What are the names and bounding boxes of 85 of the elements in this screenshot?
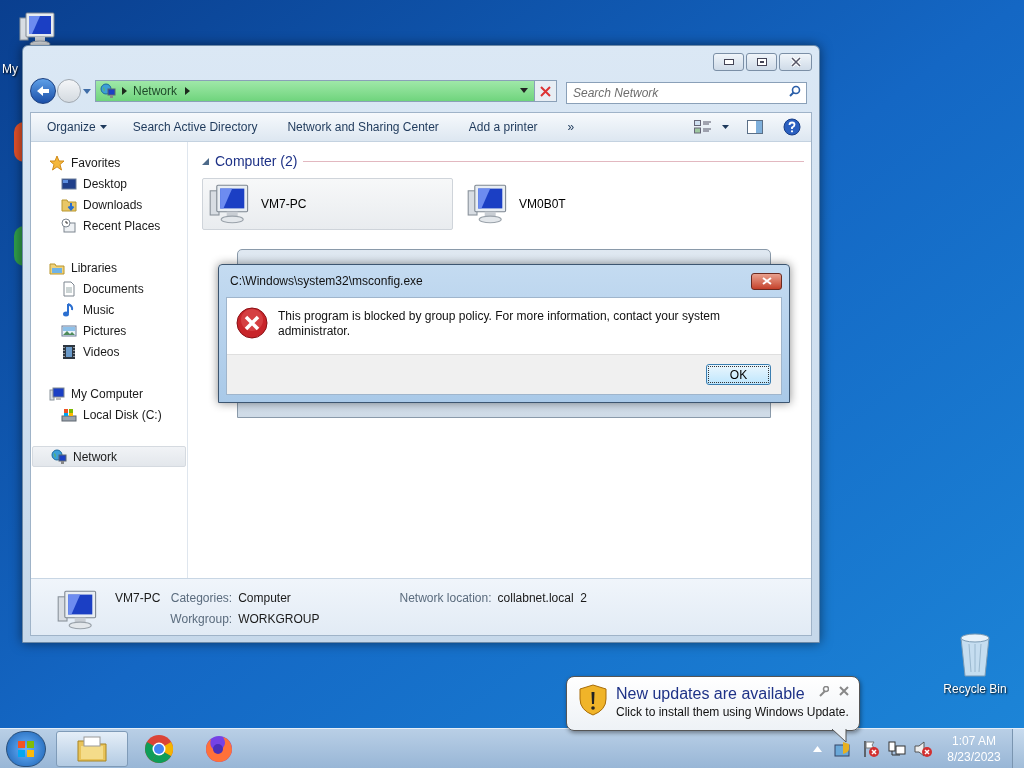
hard-drive-icon <box>61 406 77 423</box>
nav-item[interactable]: Documents <box>31 278 187 299</box>
collapse-icon[interactable] <box>202 158 209 165</box>
star-icon <box>49 154 65 171</box>
dropdown-icon[interactable] <box>82 87 92 95</box>
computer-icon <box>49 385 65 402</box>
toolbar-button[interactable]: Add a printer <box>462 116 544 138</box>
group-header: Computer (2) <box>215 152 298 171</box>
warning-shield-icon <box>579 684 607 716</box>
taskbar-app-button[interactable] <box>56 730 128 767</box>
desktop-icon <box>61 175 77 192</box>
notification-title: New updates are available <box>616 684 805 704</box>
clock-time: 1:07 AM <box>952 732 996 749</box>
show-desktop-button[interactable] <box>1012 728 1024 768</box>
restore-icon <box>756 58 767 66</box>
toolbar-button[interactable]: » <box>561 116 581 138</box>
back-button[interactable] <box>30 78 56 104</box>
minimize-icon <box>723 59 734 65</box>
dropdown-icon[interactable] <box>520 88 528 94</box>
view-options-icon[interactable] <box>694 120 712 134</box>
update-shield-icon[interactable] <box>834 740 850 757</box>
nav-item[interactable]: Downloads <box>31 194 187 215</box>
desktop-icon-label: My <box>1 61 18 78</box>
toolbar-button[interactable]: Search Active Directory <box>126 116 264 138</box>
nav-item[interactable]: Network <box>32 446 186 467</box>
nav-item[interactable]: Desktop <box>31 173 187 194</box>
network-icon <box>51 448 67 465</box>
desktop-icon-label: Recycle Bin <box>943 681 1007 698</box>
computer-tile[interactable]: VM7-PC <box>202 178 453 230</box>
clock-date: 8/23/2023 <box>947 748 1001 765</box>
chevron-icon <box>122 87 127 95</box>
search-icon[interactable] <box>789 85 801 97</box>
recent-places-icon <box>61 217 77 234</box>
dialog-title: C:\Windows\system32\msconfig.exe <box>230 273 423 290</box>
nav-item[interactable]: Favorites <box>31 152 187 173</box>
notification-balloon[interactable]: New updates are available Click to install them using Windows Update. <box>566 676 860 731</box>
network-icon <box>100 83 116 99</box>
document-icon <box>61 280 77 297</box>
error-icon <box>236 307 268 339</box>
field-value: collabnet.local 2 <box>497 590 587 607</box>
close-button[interactable] <box>779 53 812 71</box>
nav-item[interactable]: Videos <box>31 341 187 362</box>
close-button[interactable] <box>751 272 782 290</box>
field-label: Network location: <box>399 590 492 607</box>
caret-icon <box>99 125 107 129</box>
search-field[interactable]: Search Network <box>566 82 807 104</box>
field-value: Computer <box>238 590 292 607</box>
nav-item[interactable]: Libraries <box>31 257 187 278</box>
breadcrumb[interactable]: Network <box>133 82 177 100</box>
chevron-icon <box>185 87 190 95</box>
close-icon <box>789 57 802 67</box>
close-icon[interactable] <box>839 686 849 696</box>
nav-item[interactable]: Music <box>31 299 187 320</box>
nav-item[interactable]: Recent Places <box>31 215 187 236</box>
computer-tile[interactable]: VM0B0T <box>460 178 711 230</box>
picture-icon <box>61 322 77 339</box>
ok-button[interactable]: OK <box>706 364 771 385</box>
computer-name: VM7-PC <box>115 590 161 607</box>
windows-logo-icon <box>17 739 35 758</box>
nav-item[interactable]: Pictures <box>31 320 187 341</box>
action-center-flag-icon[interactable] <box>862 739 880 758</box>
start-button[interactable] <box>6 730 46 767</box>
nav-item[interactable]: Local Disk (C:) <box>31 404 187 425</box>
field-label: Workgroup: <box>170 611 233 628</box>
field-value: WORKGROUP <box>238 611 320 628</box>
error-message: This program is blocked by group policy. For more information, contact your system administrator. <box>278 308 721 339</box>
network-status-icon[interactable] <box>888 739 906 758</box>
address-bar[interactable]: Network <box>95 80 557 102</box>
nav-item[interactable]: My Computer <box>31 383 187 404</box>
chrome-icon <box>143 732 175 765</box>
organize-menu[interactable]: Organize <box>41 116 113 138</box>
film-icon <box>61 343 77 360</box>
help-icon[interactable] <box>783 118 801 136</box>
close-icon <box>761 277 772 285</box>
back-arrow-icon <box>36 85 50 97</box>
minimize-button[interactable] <box>713 53 744 71</box>
folder-icon <box>61 196 77 213</box>
maximize-button[interactable] <box>746 53 777 71</box>
volume-muted-icon[interactable] <box>914 739 932 758</box>
notification-text: Click to install them using Windows Update. <box>616 704 849 720</box>
caret-icon[interactable] <box>722 125 729 129</box>
toolbar-button[interactable]: Network and Sharing Center <box>281 116 445 138</box>
stop-icon[interactable] <box>540 85 551 97</box>
field-label: Categories: <box>170 590 233 607</box>
preview-pane-icon[interactable] <box>747 120 763 134</box>
